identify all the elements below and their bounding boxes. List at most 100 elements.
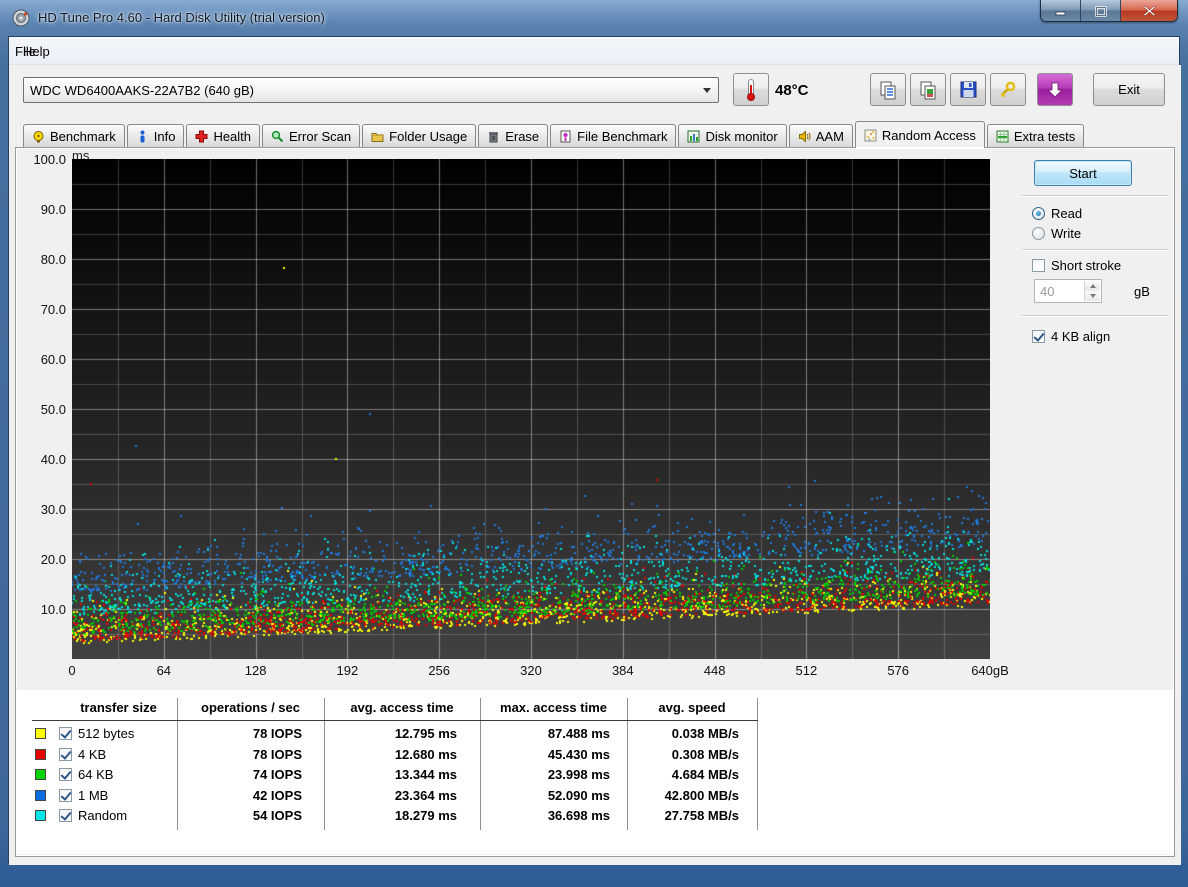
- temperature-button[interactable]: [733, 73, 769, 106]
- close-button[interactable]: [1121, 0, 1177, 22]
- tab-extra-tests[interactable]: Extra tests: [987, 124, 1084, 147]
- spinner-up-icon[interactable]: [1085, 281, 1100, 291]
- y-tick-label: 60.0: [18, 352, 66, 367]
- download-arrow-icon: [1047, 81, 1063, 99]
- tab-file-benchmark[interactable]: File Benchmark: [550, 124, 676, 147]
- col-header-avg-access: avg. access time: [324, 700, 480, 715]
- spinner-buttons: [1084, 281, 1100, 301]
- series-swatch: [35, 769, 46, 780]
- window-controls: [1040, 0, 1178, 22]
- y-tick-label: 50.0: [18, 402, 66, 417]
- checkbox-icon: [1032, 259, 1045, 272]
- x-tick-label: 64: [134, 663, 194, 678]
- maximize-icon: [1095, 6, 1107, 17]
- y-tick-label: 70.0: [18, 302, 66, 317]
- app-icon: [12, 9, 30, 27]
- short-stroke-size-input[interactable]: 40: [1034, 279, 1102, 303]
- drive-select[interactable]: WDC WD6400AAKS-22A7B2 (640 gB): [23, 77, 719, 103]
- x-tick-label: 384: [593, 663, 653, 678]
- random-access-page: ms 100.090.080.070.060.050.040.030.020.0…: [15, 147, 1175, 857]
- col-header-operations: operations / sec: [177, 700, 324, 715]
- series-swatch: [35, 790, 46, 801]
- radio-icon: [1032, 227, 1045, 240]
- error-scan-icon: [271, 130, 284, 143]
- tab-error-scan[interactable]: Error Scan: [262, 124, 360, 147]
- minimize-button[interactable]: [1041, 0, 1081, 22]
- tab-folder-usage[interactable]: Folder Usage: [362, 124, 476, 147]
- file-benchmark-icon: [559, 130, 572, 143]
- copy-text-button[interactable]: [870, 73, 906, 106]
- write-radio[interactable]: Write: [1032, 226, 1081, 241]
- tab-health[interactable]: Health: [186, 124, 260, 147]
- table-row-64kb: 64 KB 74 IOPS 13.344 ms 23.998 ms 4.684 …: [16, 765, 776, 785]
- menu-help[interactable]: Help: [17, 42, 56, 61]
- separator: [1022, 195, 1168, 197]
- temperature-value: 48°C: [775, 82, 809, 99]
- checkbox-icon[interactable]: [59, 809, 72, 822]
- copy-image-button[interactable]: [910, 73, 946, 106]
- read-radio[interactable]: Read: [1032, 206, 1082, 221]
- options-icon: [998, 80, 1018, 100]
- tab-strip: Benchmark Info Health Error Scan Folder …: [23, 121, 1086, 147]
- extra-tests-icon: [996, 130, 1009, 143]
- y-tick-label: 40.0: [18, 452, 66, 467]
- x-tick-label: 192: [317, 663, 377, 678]
- align-checkbox[interactable]: 4 KB align: [1032, 329, 1110, 344]
- table-row-512-bytes: 512 bytes 78 IOPS 12.795 ms 87.488 ms 0.…: [16, 724, 776, 744]
- random-access-icon: [864, 129, 877, 142]
- thermometer-icon: [747, 79, 755, 101]
- col-header-max-access: max. access time: [480, 700, 627, 715]
- tab-benchmark[interactable]: Benchmark: [23, 124, 125, 147]
- save-button[interactable]: [950, 73, 986, 106]
- x-tick-label: 512: [776, 663, 836, 678]
- menu-bar: File Help: [9, 37, 1179, 65]
- checkbox-icon[interactable]: [59, 748, 72, 761]
- x-tick-label: 320: [501, 663, 561, 678]
- aam-icon: [798, 130, 811, 143]
- radio-icon: [1032, 207, 1045, 220]
- separator: [1022, 315, 1168, 317]
- disk-monitor-icon: [687, 130, 700, 143]
- results-table: transfer size operations / sec avg. acce…: [16, 690, 1174, 854]
- tab-info[interactable]: Info: [127, 124, 185, 147]
- series-swatch: [35, 728, 46, 739]
- info-icon: [136, 130, 149, 143]
- checkbox-icon[interactable]: [59, 727, 72, 740]
- tab-aam[interactable]: AAM: [789, 124, 853, 147]
- copy-text-icon: [878, 80, 898, 100]
- series-swatch: [35, 810, 46, 821]
- random-access-scatter-canvas: [72, 159, 990, 659]
- update-button[interactable]: [1037, 73, 1073, 106]
- x-tick-label: 448: [685, 663, 745, 678]
- maximize-button[interactable]: [1081, 0, 1121, 22]
- drive-select-value: WDC WD6400AAKS-22A7B2 (640 gB): [30, 83, 254, 98]
- exit-button[interactable]: Exit: [1093, 73, 1165, 106]
- tab-disk-monitor[interactable]: Disk monitor: [678, 124, 786, 147]
- short-stroke-unit-label: gB: [1134, 284, 1150, 299]
- short-stroke-checkbox[interactable]: Short stroke: [1032, 258, 1121, 273]
- folder-usage-icon: [371, 130, 384, 143]
- y-tick-label: 30.0: [18, 502, 66, 517]
- minimize-icon: [1055, 6, 1067, 16]
- checkbox-icon: [1032, 330, 1045, 343]
- tab-erase[interactable]: Erase: [478, 124, 548, 147]
- header-underline: [32, 720, 758, 721]
- col-header-transfer-size: transfer size: [46, 700, 191, 715]
- chevron-down-icon[interactable]: [697, 79, 717, 101]
- y-tick-label: 20.0: [18, 552, 66, 567]
- checkbox-icon[interactable]: [59, 789, 72, 802]
- benchmark-icon: [32, 130, 45, 143]
- x-tick-label: 0: [42, 663, 102, 678]
- x-tick-label: 128: [226, 663, 286, 678]
- checkbox-icon[interactable]: [59, 768, 72, 781]
- main-area: WDC WD6400AAKS-22A7B2 (640 gB) 48°C: [9, 65, 1181, 865]
- tab-random-access[interactable]: Random Access: [855, 121, 985, 148]
- table-row-1mb: 1 MB 42 IOPS 23.364 ms 52.090 ms 42.800 …: [16, 786, 776, 806]
- spinner-down-icon[interactable]: [1085, 291, 1100, 301]
- y-tick-label: 80.0: [18, 252, 66, 267]
- col-header-avg-speed: avg. speed: [627, 700, 757, 715]
- erase-icon: [487, 130, 500, 143]
- options-button[interactable]: [990, 73, 1026, 106]
- start-button[interactable]: Start: [1034, 160, 1132, 186]
- table-row-random: Random 54 IOPS 18.279 ms 36.698 ms 27.75…: [16, 806, 776, 826]
